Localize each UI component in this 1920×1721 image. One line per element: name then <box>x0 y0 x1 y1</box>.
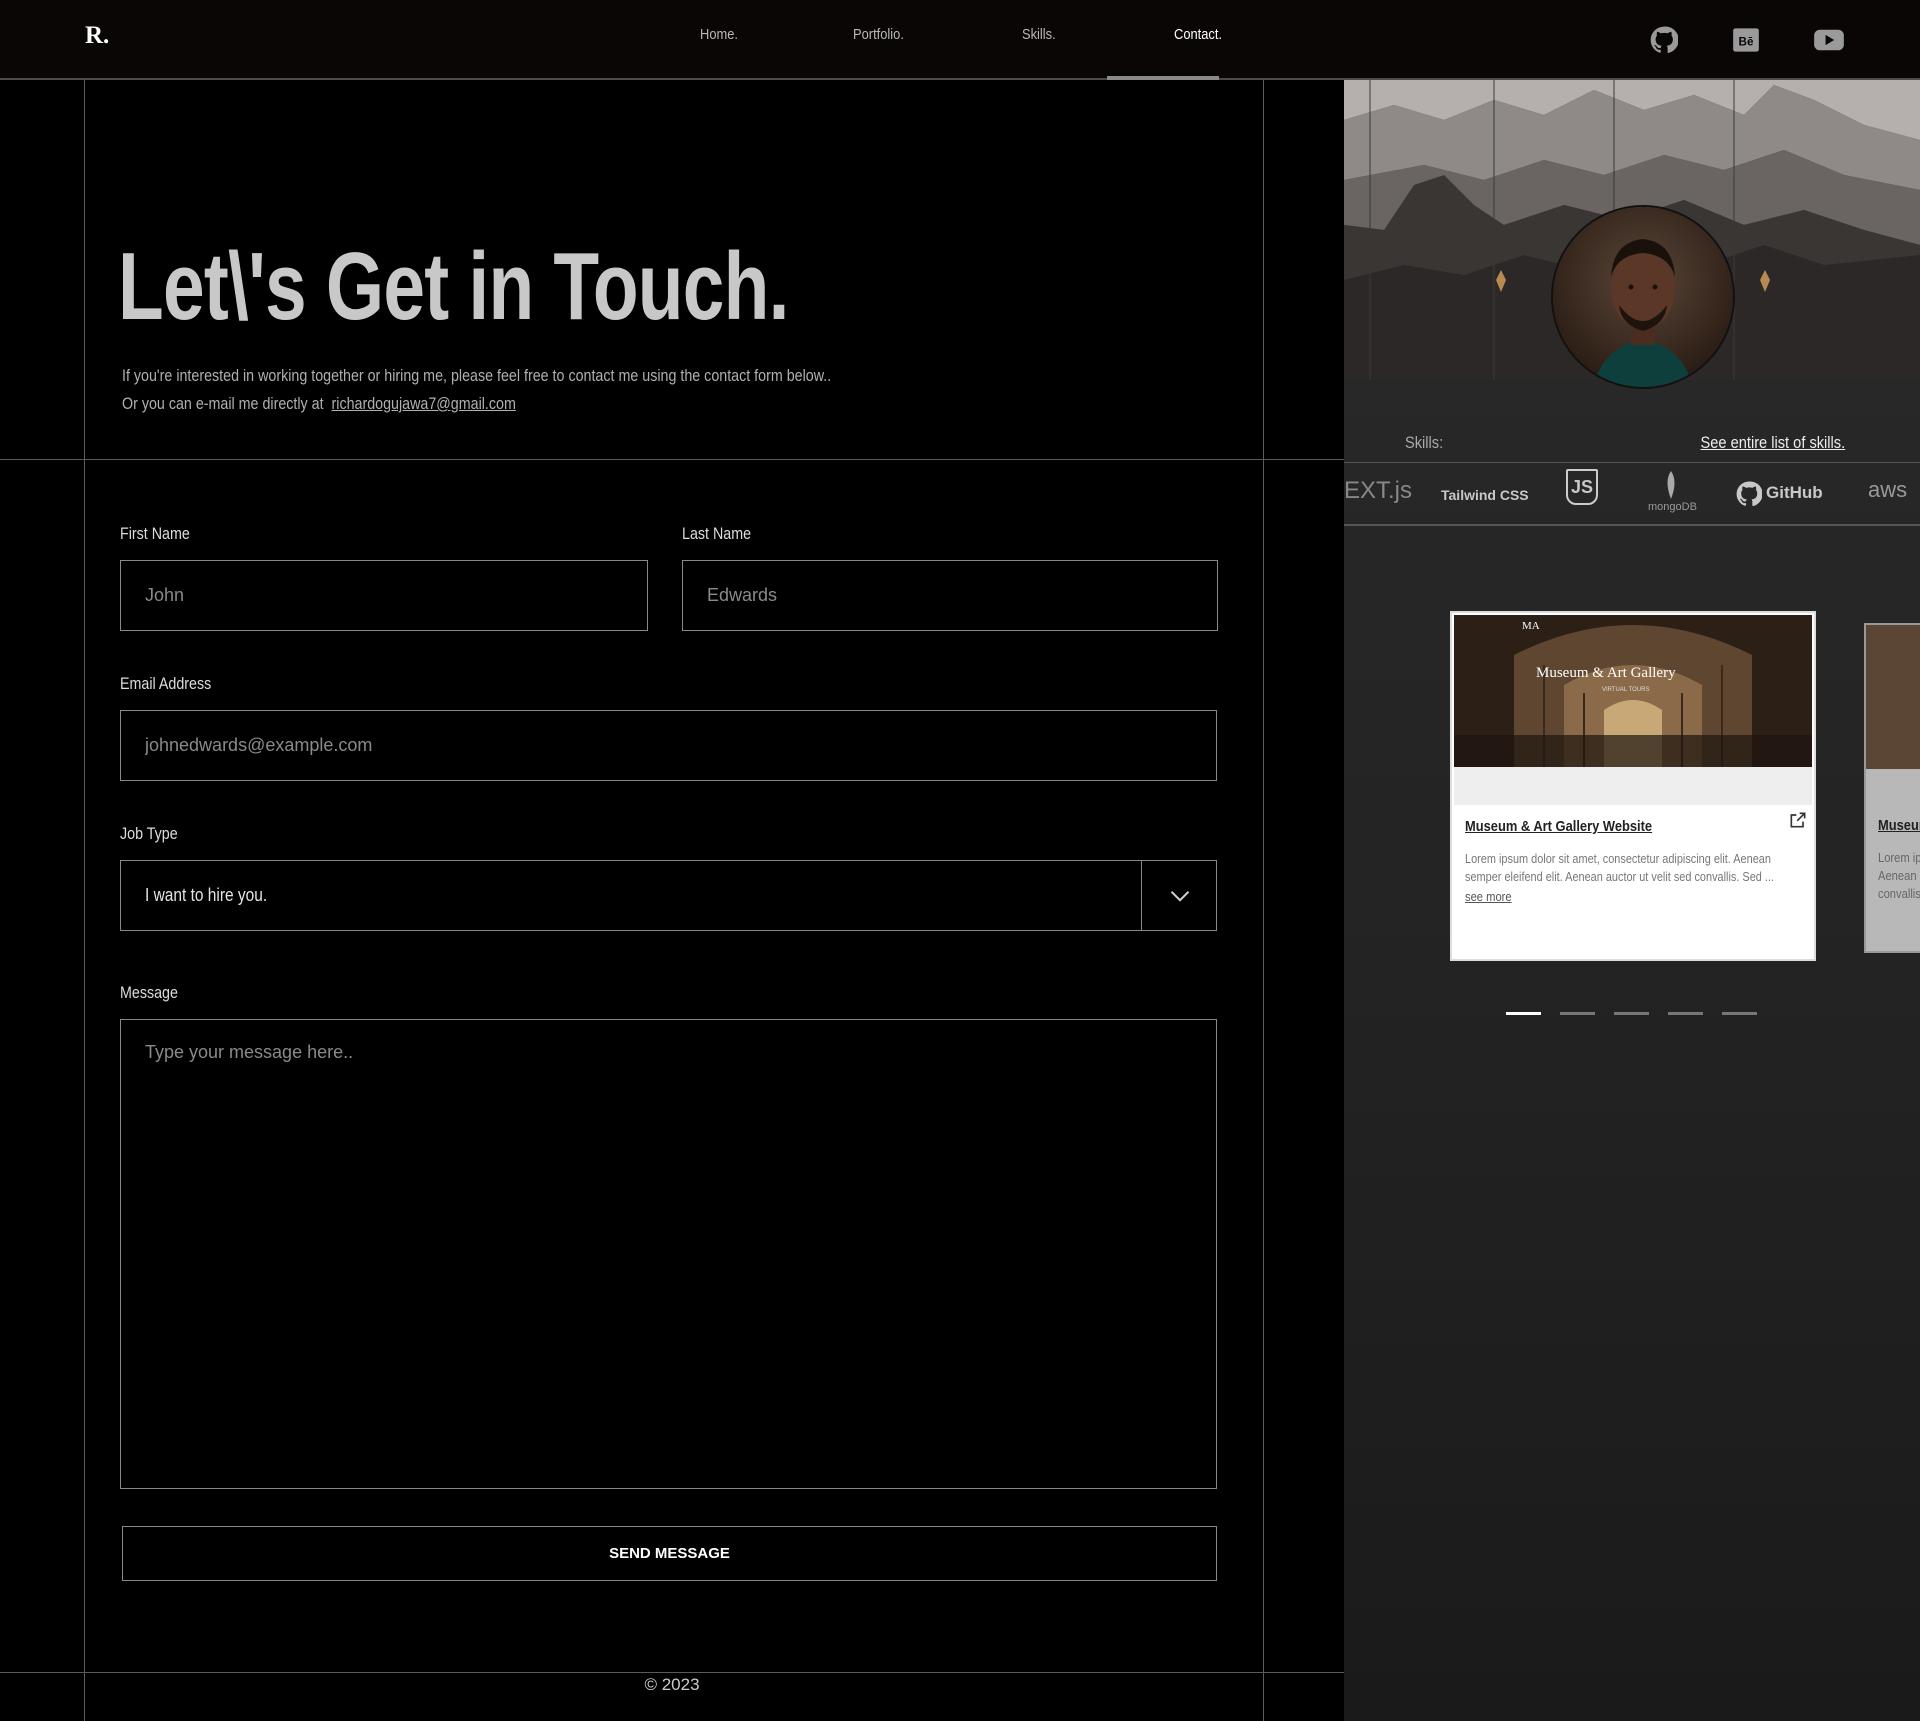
thumbnail-logo: MA <box>1522 620 1540 632</box>
job-type-value: I want to hire you. <box>145 885 268 905</box>
nav-contact[interactable]: Contact. <box>1174 26 1222 43</box>
site-logo[interactable]: R. <box>85 22 109 50</box>
project-title-link[interactable]: Museum & Art Gallery Website <box>1465 818 1652 835</box>
last-name-label: Last Name <box>682 524 752 543</box>
hero-email-line: Or you can e-mail me directly at richard… <box>122 394 516 414</box>
top-navbar: R. Home. Portfolio. Skills. Contact. Bē <box>0 0 1920 80</box>
project-description: Lorem ipsum dolor sit amet, consectetur … <box>1465 851 1774 884</box>
chevron-down-icon[interactable] <box>1163 879 1197 913</box>
grid-line <box>1263 80 1264 1721</box>
message-label: Message <box>120 983 178 1002</box>
skills-strip: EXT.js Tailwind CSS JS mongoDB GitHub aw… <box>1344 462 1920 526</box>
youtube-icon[interactable] <box>1813 26 1845 54</box>
message-textarea[interactable] <box>120 1019 1217 1489</box>
job-type-label: Job Type <box>120 824 178 843</box>
first-name-label: First Name <box>120 524 190 543</box>
page-title: Let\'s Get in Touch. <box>118 233 789 340</box>
next-card-title: Museum <box>1878 817 1920 834</box>
skill-javascript-logo: JS <box>1566 469 1598 505</box>
hero-email-prefix: Or you can e-mail me directly at <box>122 394 324 413</box>
send-message-button[interactable]: SEND MESSAGE <box>122 1526 1217 1581</box>
thumbnail-strip <box>1454 767 1812 805</box>
behance-icon[interactable]: Bē <box>1732 26 1760 54</box>
project-card[interactable]: Museum & Art Gallery VIRTUAL TOURS MA Mu… <box>1450 611 1816 961</box>
skills-label: Skills: <box>1405 433 1444 452</box>
email-link[interactable]: richardogujawa7@gmail.com <box>332 394 516 413</box>
thumbnail-title: Museum & Art Gallery <box>1536 665 1676 681</box>
see-more-link[interactable]: see more <box>1465 889 1512 904</box>
sidebar-panel: Skills: See entire list of skills. EXT.j… <box>1344 80 1920 1721</box>
skill-tailwind-logo: Tailwind CSS <box>1441 487 1529 503</box>
nav-home[interactable]: Home. <box>700 26 738 43</box>
next-card-description: Lorem ip Aenean s convallis <box>1878 850 1920 901</box>
see-all-skills-link[interactable]: See entire list of skills. <box>1700 433 1845 453</box>
skill-mongodb-logo: mongoDB <box>1648 501 1697 513</box>
skill-aws-logo: aws <box>1868 477 1908 502</box>
skill-extjs-logo: EXT.js <box>1344 477 1413 504</box>
mongodb-leaf-icon <box>1667 471 1675 499</box>
carousel-dot-4[interactable] <box>1668 1012 1703 1015</box>
hero-intro-text: If you're interested in working together… <box>122 366 832 385</box>
carousel-dot-3[interactable] <box>1614 1012 1649 1015</box>
carousel-dot-1[interactable] <box>1506 1012 1541 1015</box>
carousel-dot-2[interactable] <box>1560 1012 1595 1015</box>
grid-line <box>0 1672 1344 1673</box>
email-label: Email Address <box>120 674 212 693</box>
project-card-next[interactable]: Museum Lorem ip Aenean s convallis <box>1864 623 1920 953</box>
github-icon[interactable] <box>1650 26 1678 54</box>
grid-line <box>84 80 85 1721</box>
skill-github-logo: GitHub <box>1766 483 1823 502</box>
select-divider <box>1141 861 1142 930</box>
github-skill-icon <box>1736 481 1762 507</box>
avatar <box>1551 205 1735 389</box>
external-link-icon[interactable] <box>1788 810 1808 830</box>
first-name-input[interactable] <box>120 560 648 631</box>
nav-active-indicator <box>1107 76 1219 80</box>
portrait-image <box>1553 207 1733 387</box>
carousel-dot-5[interactable] <box>1722 1012 1757 1015</box>
job-type-select[interactable]: I want to hire you. <box>120 860 1217 931</box>
footer-copyright: © 2023 <box>644 1675 700 1694</box>
project-thumbnail: Museum & Art Gallery VIRTUAL TOURS MA <box>1454 615 1812 767</box>
grid-line <box>0 459 1344 460</box>
nav-portfolio[interactable]: Portfolio. <box>853 26 904 43</box>
email-input[interactable] <box>120 710 1217 781</box>
nav-skills[interactable]: Skills. <box>1022 26 1056 43</box>
svg-text:Bē: Bē <box>1739 35 1754 48</box>
thumbnail-subtitle: VIRTUAL TOURS <box>1602 687 1650 693</box>
next-card-thumbnail <box>1866 625 1920 769</box>
last-name-input[interactable] <box>682 560 1218 631</box>
